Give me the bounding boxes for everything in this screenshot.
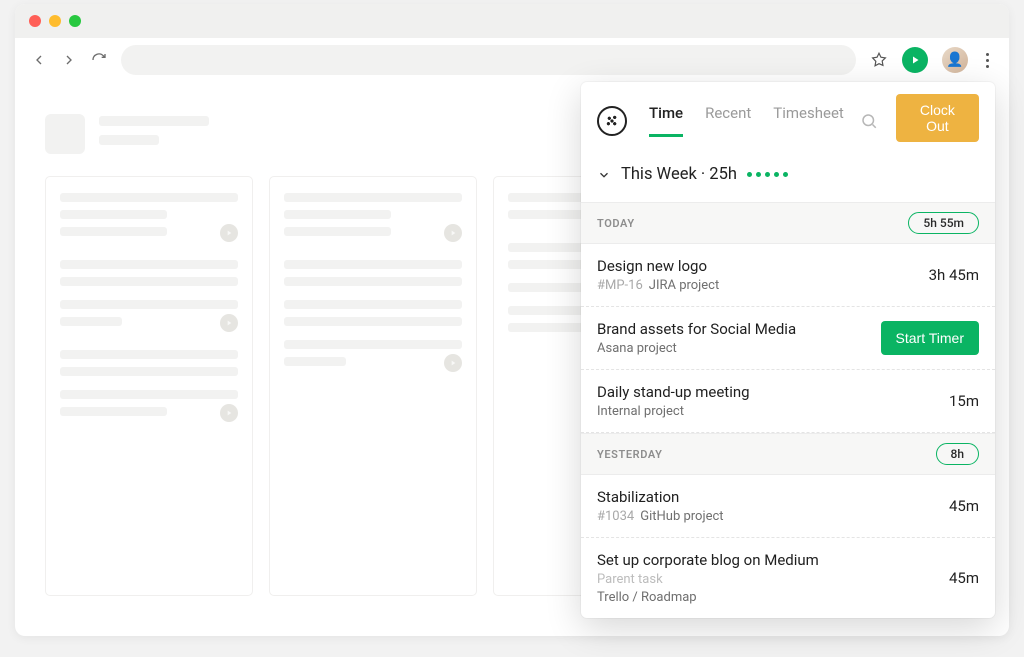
entry-project: Trello / Roadmap: [597, 590, 819, 605]
play-icon: [444, 354, 462, 372]
entry-duration: 45m: [949, 569, 979, 587]
window-titlebar: [15, 4, 1009, 38]
entry-title: Design new logo: [597, 257, 719, 275]
entry-duration: 3h 45m: [929, 266, 979, 284]
browser-window: 👤: [15, 4, 1009, 636]
entry-title: Stabilization: [597, 488, 724, 506]
app-logo-icon: [597, 106, 627, 136]
tab-recent[interactable]: Recent: [705, 104, 751, 137]
tab-time[interactable]: Time: [649, 104, 683, 137]
entry-title: Daily stand-up meeting: [597, 383, 750, 401]
board-column: [269, 176, 477, 596]
bookmark-icon[interactable]: [870, 51, 888, 69]
entry-duration: 15m: [949, 392, 979, 410]
entry-subtitle: #1034GitHub project: [597, 509, 724, 524]
forward-button[interactable]: [61, 52, 77, 68]
section-total-pill: 8h: [936, 443, 980, 465]
entry-subtitle: Internal project: [597, 404, 750, 419]
section-total-pill: 5h 55m: [908, 212, 979, 234]
week-summary-row[interactable]: This Week · 25h: [581, 147, 995, 202]
profile-avatar[interactable]: 👤: [942, 47, 968, 73]
window-controls[interactable]: [29, 15, 81, 27]
play-icon: [220, 314, 238, 332]
play-icon: [444, 224, 462, 242]
minimize-window-icon[interactable]: [49, 15, 61, 27]
panel-tabs: Time Recent Timesheet: [649, 104, 844, 137]
skeleton-avatar: [45, 114, 85, 154]
reload-button[interactable]: [91, 52, 107, 68]
entry-subtitle: Parent task: [597, 572, 819, 587]
section-label: TODAY: [597, 217, 635, 230]
close-window-icon[interactable]: [29, 15, 41, 27]
time-entry[interactable]: Stabilization #1034GitHub project 45m: [581, 475, 995, 538]
entry-duration: 45m: [949, 497, 979, 515]
skeleton-title: [99, 114, 209, 145]
entry-subtitle: #MP-16JIRA project: [597, 278, 719, 293]
chevron-down-icon: [597, 168, 611, 182]
search-icon[interactable]: [860, 112, 878, 130]
address-bar[interactable]: [121, 45, 856, 75]
time-entry[interactable]: Daily stand-up meeting Internal project …: [581, 370, 995, 433]
section-header-today: TODAY 5h 55m: [581, 202, 995, 244]
time-tracker-panel: Time Recent Timesheet Clock Out This Wee…: [581, 82, 995, 618]
maximize-window-icon[interactable]: [69, 15, 81, 27]
start-timer-button[interactable]: Start Timer: [881, 321, 979, 355]
back-button[interactable]: [31, 52, 47, 68]
time-entry[interactable]: Set up corporate blog on Medium Parent t…: [581, 538, 995, 618]
time-entry[interactable]: Brand assets for Social Media Asana proj…: [581, 307, 995, 370]
tab-timesheet[interactable]: Timesheet: [773, 104, 844, 137]
entry-title: Set up corporate blog on Medium: [597, 551, 819, 569]
play-icon: [220, 224, 238, 242]
section-header-yesterday: YESTERDAY 8h: [581, 433, 995, 475]
play-icon: [220, 404, 238, 422]
board-column: [45, 176, 253, 596]
time-entry[interactable]: Design new logo #MP-16JIRA project 3h 45…: [581, 244, 995, 307]
section-label: YESTERDAY: [597, 448, 663, 461]
entry-title: Brand assets for Social Media: [597, 320, 796, 338]
week-summary-text: This Week · 25h: [621, 165, 737, 184]
clock-out-button[interactable]: Clock Out: [896, 94, 979, 142]
browser-menu-button[interactable]: [982, 53, 993, 68]
week-day-indicators: [747, 172, 788, 177]
browser-toolbar: 👤: [15, 38, 1009, 82]
extension-play-button[interactable]: [902, 47, 928, 73]
entry-subtitle: Asana project: [597, 341, 796, 356]
panel-header: Time Recent Timesheet Clock Out: [581, 82, 995, 147]
